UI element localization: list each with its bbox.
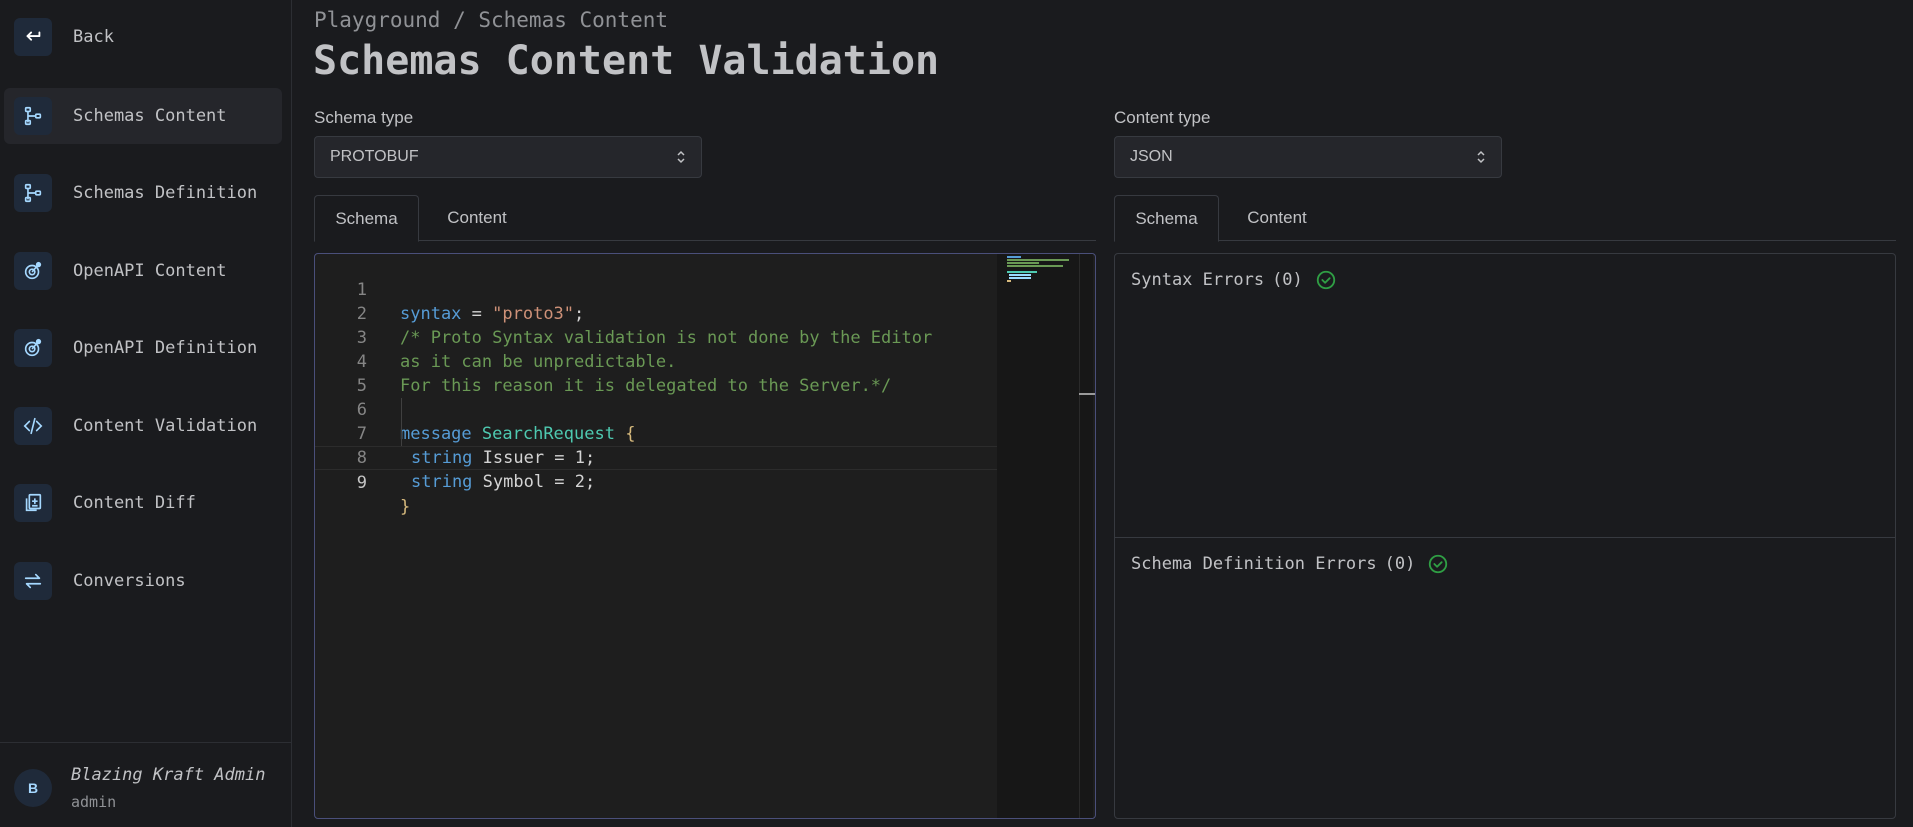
back-arrow-icon [14, 18, 52, 56]
sidebar-item-label: Schemas Content [73, 106, 227, 126]
schema-tree-icon [14, 97, 52, 135]
back-button[interactable]: Back [4, 9, 282, 65]
sidebar-item-schemas-content[interactable]: Schemas Content [4, 88, 282, 144]
code-line-current: 9 } [315, 446, 997, 517]
code-line: 1 syntax = "proto3"; [315, 254, 997, 324]
sidebar-item-content-validation[interactable]: Content Validation [4, 398, 282, 454]
schema-tree-icon [14, 174, 52, 212]
minimap-line [1007, 271, 1037, 273]
sidebar-item-label: Schemas Definition [73, 183, 258, 203]
line-number: 9 [356, 473, 367, 493]
syntax-errors-label: Syntax Errors [1131, 270, 1265, 290]
page-title: Schemas Content Validation [313, 38, 940, 84]
content-type-value: JSON [1130, 148, 1173, 165]
schema-errors-label: Schema Definition Errors [1131, 554, 1377, 574]
sidebar-item-label: Conversions [73, 571, 186, 591]
tab-schema[interactable]: Schema [1114, 195, 1219, 242]
minimap-line [1007, 280, 1011, 282]
errors-panel: Syntax Errors (0) Schema Definition Erro… [1114, 253, 1896, 819]
chevron-selector-icon [677, 150, 685, 164]
code-line: 8 string Symbol = 2; [315, 422, 997, 492]
errors-tabs: Schema Content [1114, 195, 1896, 242]
schema-type-label: Schema type [314, 108, 414, 127]
code-token: string [411, 472, 473, 492]
openapi-icon [14, 252, 52, 290]
minimap-line [1007, 265, 1063, 267]
chevron-selector-icon [1477, 150, 1485, 164]
user-role: admin [71, 793, 117, 811]
schema-errors-count: (0) [1384, 554, 1416, 574]
sidebar-item-label: Content Validation [73, 416, 258, 436]
minimap-line [1009, 277, 1031, 279]
sidebar: Back Schemas Content Schemas Definition … [0, 0, 292, 827]
schema-definition-errors-header: Schema Definition Errors (0) [1131, 553, 1449, 575]
content-type-label: Content type [1114, 108, 1211, 127]
code-icon [14, 407, 52, 445]
openapi-icon [14, 329, 52, 367]
avatar: B [14, 769, 52, 807]
code-token: } [400, 497, 411, 517]
code-line: 3 as it can be unpredictable. [315, 302, 997, 372]
code-line: 7 string Issuer = 1; [315, 398, 997, 468]
editor-scrollbar[interactable] [1079, 254, 1095, 818]
check-circle-icon [1429, 554, 1448, 574]
code-line: 6 message SearchRequest { [315, 374, 997, 444]
minimap-line [1007, 259, 1069, 261]
file-diff-icon [14, 484, 52, 522]
scrollbar-cursor-marker [1079, 393, 1095, 395]
sidebar-item-openapi-definition[interactable]: OpenAPI Definition [4, 320, 282, 376]
sidebar-item-label: Content Diff [73, 493, 196, 513]
content-type-select[interactable]: JSON [1114, 136, 1502, 178]
schema-type-value: PROTOBUF [330, 148, 419, 165]
divider [1115, 537, 1895, 538]
tab-content[interactable]: Content [419, 195, 535, 241]
sidebar-item-content-diff[interactable]: Content Diff [4, 475, 282, 531]
minimap-line [1007, 262, 1039, 264]
code-line: 4 For this reason it is delegated to the… [315, 326, 997, 396]
sidebar-item-schemas-definition[interactable]: Schemas Definition [4, 165, 282, 221]
schema-editor-tabs: Schema Content [314, 195, 1096, 242]
tab-content[interactable]: Content [1219, 195, 1335, 241]
sidebar-item-openapi-content[interactable]: OpenAPI Content [4, 243, 282, 299]
schema-type-select[interactable]: PROTOBUF [314, 136, 702, 178]
user-name: Blazing Kraft Admin [71, 765, 266, 785]
arrows-exchange-icon [14, 562, 52, 600]
code-editor[interactable]: 1 syntax = "proto3"; 2 /* Proto Syntax v… [314, 253, 1096, 819]
minimap-line [1007, 256, 1021, 258]
back-label: Back [73, 27, 114, 47]
user-profile[interactable]: B Blazing Kraft Admin admin [0, 742, 292, 827]
code-line: 2 /* Proto Syntax validation is not done… [315, 278, 997, 348]
sidebar-item-conversions[interactable]: Conversions [4, 553, 282, 609]
code-token: Symbol = 2; [472, 472, 596, 492]
code-line: 5 [315, 350, 997, 396]
indent-guide [401, 398, 402, 446]
breadcrumb: Playground / Schemas Content [314, 8, 669, 32]
tab-schema[interactable]: Schema [314, 195, 419, 242]
minimap-line [1009, 274, 1031, 276]
sidebar-item-label: OpenAPI Content [73, 261, 227, 281]
syntax-errors-count: (0) [1272, 270, 1303, 290]
sidebar-item-label: OpenAPI Definition [73, 338, 258, 358]
syntax-errors-header: Syntax Errors (0) [1131, 269, 1337, 291]
check-circle-icon [1316, 270, 1335, 290]
